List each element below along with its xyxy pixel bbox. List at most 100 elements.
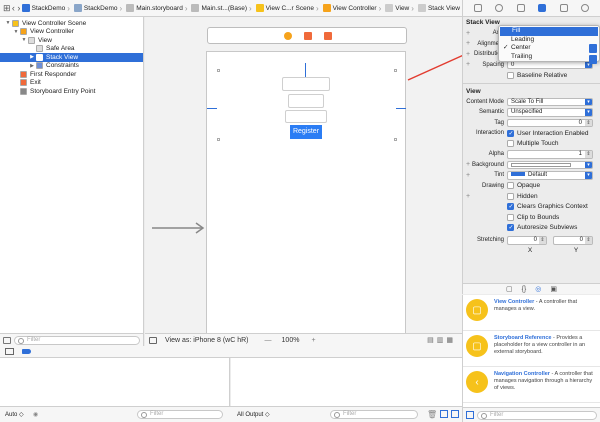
plus-icon[interactable]: + bbox=[466, 51, 470, 58]
library-filter-input[interactable]: Filter bbox=[477, 411, 597, 420]
outline-item-view-controller[interactable]: ▼ View Controller bbox=[0, 28, 143, 37]
zoom-in-button[interactable]: + bbox=[311, 337, 315, 344]
console-view[interactable] bbox=[231, 358, 462, 406]
constraint-tools-icon[interactable]: ▤▥▦ bbox=[427, 336, 456, 344]
opaque-checkbox[interactable] bbox=[507, 182, 514, 190]
file-template-tab-icon[interactable]: ▢ bbox=[506, 285, 513, 293]
plus-icon[interactable]: + bbox=[466, 30, 470, 37]
alignment-option[interactable]: Trailing bbox=[499, 53, 599, 62]
object-library-tab-icon[interactable]: ◎ bbox=[535, 285, 541, 293]
auto-select[interactable]: Auto ◇ bbox=[5, 411, 24, 418]
stepper-icon[interactable]: ⇕ bbox=[539, 237, 546, 244]
multiple-touch-checkbox[interactable] bbox=[507, 140, 514, 148]
split-view-icon-2[interactable] bbox=[451, 410, 459, 418]
entry-point-arrow-icon[interactable] bbox=[152, 222, 206, 234]
grid-view-icon[interactable] bbox=[466, 411, 474, 419]
library-item[interactable]: ▢ Storyboard Reference - Provides a place… bbox=[463, 331, 600, 367]
alignment-option[interactable]: Fill bbox=[500, 27, 598, 36]
device-config-icon[interactable] bbox=[149, 336, 157, 344]
outline-item-entry-arrow[interactable]: Storyboard Entry Point bbox=[0, 87, 143, 96]
stack-right-handle[interactable] bbox=[396, 108, 406, 109]
console-filter-input[interactable]: Filter bbox=[330, 410, 418, 419]
breadcrumb-item[interactable]: Stack View bbox=[417, 4, 460, 12]
distribution-popup-arrow[interactable] bbox=[589, 55, 597, 64]
hide-debug-area-icon[interactable] bbox=[5, 348, 14, 355]
breadcrumb-item[interactable]: Main.storyboard › bbox=[126, 4, 189, 13]
file-inspector-icon[interactable] bbox=[473, 4, 482, 12]
scene-dock[interactable] bbox=[207, 27, 407, 44]
variables-view[interactable] bbox=[0, 358, 230, 406]
user-interaction-checkbox[interactable] bbox=[507, 129, 514, 137]
size-inspector-icon[interactable] bbox=[559, 4, 568, 12]
stack-field-2[interactable] bbox=[288, 94, 324, 108]
breadcrumb-item[interactable]: Main.st...(Base) › bbox=[191, 4, 253, 13]
code-snippet-tab-icon[interactable]: {} bbox=[522, 286, 527, 293]
semantic-select[interactable]: Unspecified ▾ bbox=[507, 108, 593, 117]
breakpoints-toggle-icon[interactable] bbox=[22, 349, 31, 354]
stepper-icon[interactable]: ⇕ bbox=[585, 119, 592, 126]
alignment-popup-arrow[interactable] bbox=[589, 44, 597, 53]
disclosure-triangle-icon[interactable]: ▼ bbox=[20, 37, 28, 43]
hidden-checkbox[interactable] bbox=[507, 192, 514, 200]
exit-dock-icon[interactable] bbox=[324, 32, 332, 40]
plus-icon[interactable]: + bbox=[466, 161, 470, 168]
split-view-icon[interactable] bbox=[440, 410, 448, 418]
help-inspector-icon[interactable] bbox=[495, 4, 504, 12]
breadcrumb-item[interactable]: StackDemo › bbox=[73, 4, 124, 13]
outline-item-safe-area[interactable]: Safe Area bbox=[0, 45, 143, 54]
outline-filter-input[interactable]: Filter bbox=[14, 336, 140, 345]
tag-field[interactable]: 0 ⇕ bbox=[507, 118, 593, 127]
register-button[interactable]: Register bbox=[290, 125, 322, 139]
baseline-checkbox[interactable] bbox=[507, 71, 514, 79]
alignment-option[interactable]: ✓ Center bbox=[499, 44, 599, 53]
clip-bounds-checkbox[interactable] bbox=[507, 213, 514, 221]
identity-inspector-icon[interactable] bbox=[516, 4, 525, 12]
disclosure-triangle-icon[interactable]: ▶ bbox=[28, 63, 36, 69]
stretch-x-field[interactable]: 0 ⇕ bbox=[507, 236, 547, 245]
trash-icon[interactable]: 🗑 bbox=[427, 410, 437, 419]
disclosure-triangle-icon[interactable]: ▼ bbox=[4, 20, 12, 26]
plus-icon[interactable]: + bbox=[466, 40, 470, 47]
content-mode-select[interactable]: Scale To Fill ▾ bbox=[507, 97, 593, 106]
outline-item-constraints[interactable]: ▶ Constraints bbox=[0, 62, 143, 71]
tint-select[interactable]: Default ▾ bbox=[507, 171, 593, 180]
outline-item-scene[interactable]: ▼ View Controller Scene bbox=[0, 19, 143, 28]
eye-icon[interactable]: ◉ bbox=[33, 411, 38, 418]
plus-icon[interactable]: + bbox=[466, 193, 470, 200]
alignment-option[interactable]: Leading bbox=[499, 36, 599, 45]
view-controller-dock-icon[interactable] bbox=[284, 32, 292, 40]
outline-item-stack-view[interactable]: ▶ Stack View bbox=[0, 53, 143, 62]
zoom-out-button[interactable]: — bbox=[265, 337, 272, 344]
autoresize-checkbox[interactable] bbox=[507, 224, 514, 232]
output-select[interactable]: All Output ◇ bbox=[237, 411, 270, 418]
stepper-icon[interactable]: ⇕ bbox=[585, 151, 592, 158]
variables-filter-input[interactable]: Filter bbox=[137, 410, 223, 419]
outline-item-first-responder[interactable]: First Responder bbox=[0, 70, 143, 79]
stretch-y-field[interactable]: 0 ⇕ bbox=[553, 236, 593, 245]
stack-field-3[interactable] bbox=[285, 110, 327, 123]
disclosure-triangle-icon[interactable]: ▶ bbox=[28, 54, 36, 60]
sidebar-toggle-icon[interactable] bbox=[3, 337, 11, 344]
view-as-label[interactable]: View as: iPhone 8 (wC hR) bbox=[165, 337, 249, 344]
first-responder-dock-icon[interactable] bbox=[304, 32, 312, 40]
connections-inspector-icon[interactable] bbox=[581, 4, 590, 12]
alpha-field[interactable]: 1 ⇕ bbox=[507, 150, 593, 159]
breadcrumb-item[interactable]: View › bbox=[385, 4, 416, 13]
stack-field-1[interactable] bbox=[282, 77, 330, 91]
grid-icon[interactable]: ⊞ bbox=[3, 2, 11, 15]
breadcrumb-item[interactable]: View Controller › bbox=[322, 4, 384, 13]
plus-icon[interactable]: + bbox=[466, 61, 470, 68]
breadcrumb-item[interactable]: StackDemo › bbox=[21, 4, 72, 13]
breadcrumb-item[interactable]: View C...r Scene › bbox=[255, 4, 321, 13]
outline-item-view[interactable]: ▼ View bbox=[0, 36, 143, 45]
clears-context-checkbox[interactable] bbox=[507, 203, 514, 211]
library-item[interactable]: ‹ Navigation Controller - A controller th… bbox=[463, 367, 600, 403]
stack-top-handle[interactable] bbox=[305, 63, 308, 77]
stack-left-handle[interactable] bbox=[207, 108, 217, 109]
outline-item-exit[interactable]: Exit bbox=[0, 79, 143, 88]
attributes-inspector-icon[interactable] bbox=[538, 4, 547, 12]
media-library-tab-icon[interactable]: ▣ bbox=[550, 285, 557, 293]
background-color-well[interactable]: ▾ bbox=[507, 160, 593, 169]
stepper-icon[interactable]: ⇕ bbox=[585, 237, 592, 244]
plus-icon[interactable]: + bbox=[466, 172, 470, 179]
